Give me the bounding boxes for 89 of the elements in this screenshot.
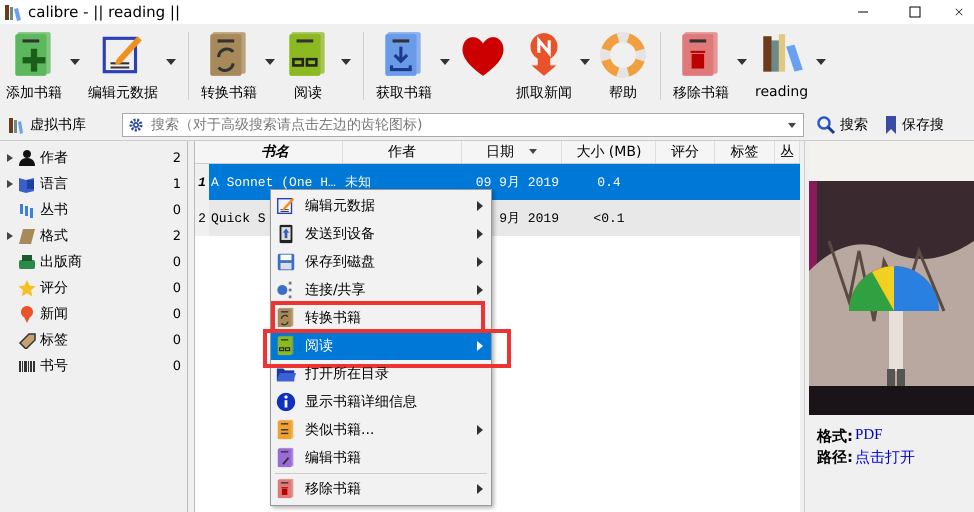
virtual-library-button[interactable]: 虚拟书库 [2,115,114,135]
menu-item[interactable]: 移除书籍 [271,475,491,503]
category-item[interactable]: 标签 0 [0,327,187,353]
search-field[interactable]: 搜索（对于高级搜索请点击左边的齿轮图标) [149,116,775,134]
dropdown-arrow-icon[interactable] [438,58,452,66]
menu-item[interactable]: 保存到磁盘 [271,248,491,276]
row-number: 1 [195,164,209,200]
table-cell: Quick S [211,210,266,226]
column-header[interactable]: 作者 [342,141,462,163]
toolbar-button[interactable]: 帮助 [596,30,650,102]
item-count: 0 [172,254,181,270]
dropdown-arrow-icon[interactable] [735,58,749,66]
toolbar-button[interactable]: 编辑元数据 [86,30,160,102]
search-icon [816,115,836,135]
dropdown-arrow-icon[interactable] [578,58,592,66]
column-header[interactable]: 日期 [462,141,562,163]
bookmark-icon [884,115,898,135]
menu-item[interactable]: 连接/共享 [271,276,491,304]
toolbar-button[interactable]: 抓取新闻 [514,30,574,102]
item-count: 0 [172,202,181,218]
toolbar-button[interactable]: reading [753,30,810,100]
item-count: 0 [172,280,181,296]
language-map-icon [18,175,36,193]
row-number: 2 [195,200,209,236]
table-cell: A Sonnet (One H… [211,174,336,190]
table-cell-text: 09 9月 2019 [476,174,559,191]
toolbar-button[interactable]: 添加书籍 [4,30,64,102]
category-item[interactable]: 语言 1 [0,171,187,197]
star-icon [18,279,36,297]
column-header[interactable]: 评分 [656,141,715,163]
dropdown-arrow-icon[interactable] [814,58,828,66]
table-cell-text: 9月 2019 [499,210,559,227]
tag-icon [18,331,36,349]
field-label: 路径: [817,448,853,467]
dropdown-arrow-icon[interactable] [68,58,82,66]
books-icon [4,3,22,21]
category-item[interactable]: 作者 2 [0,145,187,171]
category-item[interactable]: 格式 2 [0,223,187,249]
category-item[interactable]: 新闻 0 [0,301,187,327]
menu-item[interactable]: 转换书籍 [271,304,491,332]
bars-icon [18,201,36,219]
column-header[interactable]: 丛 [775,141,800,163]
field-label: 格式: [817,427,853,446]
search-box[interactable]: 搜索（对于高级搜索请点击左边的齿轮图标) [122,113,804,137]
table-cell-text: 未知 [345,174,371,191]
info-icon [275,391,297,413]
search-button[interactable]: 搜索 [812,115,872,135]
menu-item[interactable]: 打开所在目录 [271,360,491,388]
table-cell: 0.4 [597,174,621,190]
lifebuoy-icon [598,30,648,80]
menu-item[interactable]: 类似书籍... [271,416,491,444]
path-link[interactable]: 点击打开 [855,448,915,467]
menu-item[interactable]: 阅读 [271,332,491,360]
column-header[interactable]: 标签 [714,141,776,163]
toolbar-button[interactable]: 阅读 [281,30,335,102]
table-cell: <0.1 [593,210,625,226]
column-header[interactable]: 书名 [208,141,343,163]
toolbar-button[interactable]: 转换书籍 [199,30,259,102]
book-icon [18,227,36,245]
toolbar-button[interactable]: 移除书籍 [671,30,731,102]
item-count: 0 [172,306,181,322]
edit-pencil-icon [275,195,297,217]
category-item[interactable]: 评分 0 [0,275,187,301]
dropdown-arrow-icon[interactable] [339,58,353,66]
item-count: 1 [172,176,181,192]
dropdown-arrow-icon[interactable] [263,58,277,66]
format-link[interactable]: PDF [855,427,883,446]
gear-icon[interactable] [129,118,143,132]
window-title: calibre - || reading || [28,3,182,21]
save-search-button[interactable]: 保存搜 [880,115,948,135]
item-count: 0 [172,332,181,348]
books-icon [8,116,24,134]
item-count: 2 [172,228,181,244]
item-count: 0 [172,358,181,374]
expand-arrow-icon[interactable] [6,231,14,241]
toolbar-button[interactable]: 获取书籍 [374,30,434,102]
expand-arrow-icon[interactable] [6,153,14,163]
category-item[interactable]: 丛书 0 [0,197,187,223]
dropdown-arrow-icon[interactable] [164,58,178,66]
menu-item[interactable]: 编辑书籍 [271,444,491,472]
column-header[interactable]: 大小 (MB) [562,141,656,163]
category-item[interactable]: 出版商 0 [0,249,187,275]
news-pin-icon [18,305,36,323]
expand-arrow-icon[interactable] [6,179,14,189]
menu-item[interactable]: 显示书籍详细信息 [271,388,491,416]
person-icon [18,149,36,167]
item-count: 2 [172,150,181,166]
category-item[interactable]: 书号 0 [0,353,187,379]
typewriter-icon [18,253,36,271]
